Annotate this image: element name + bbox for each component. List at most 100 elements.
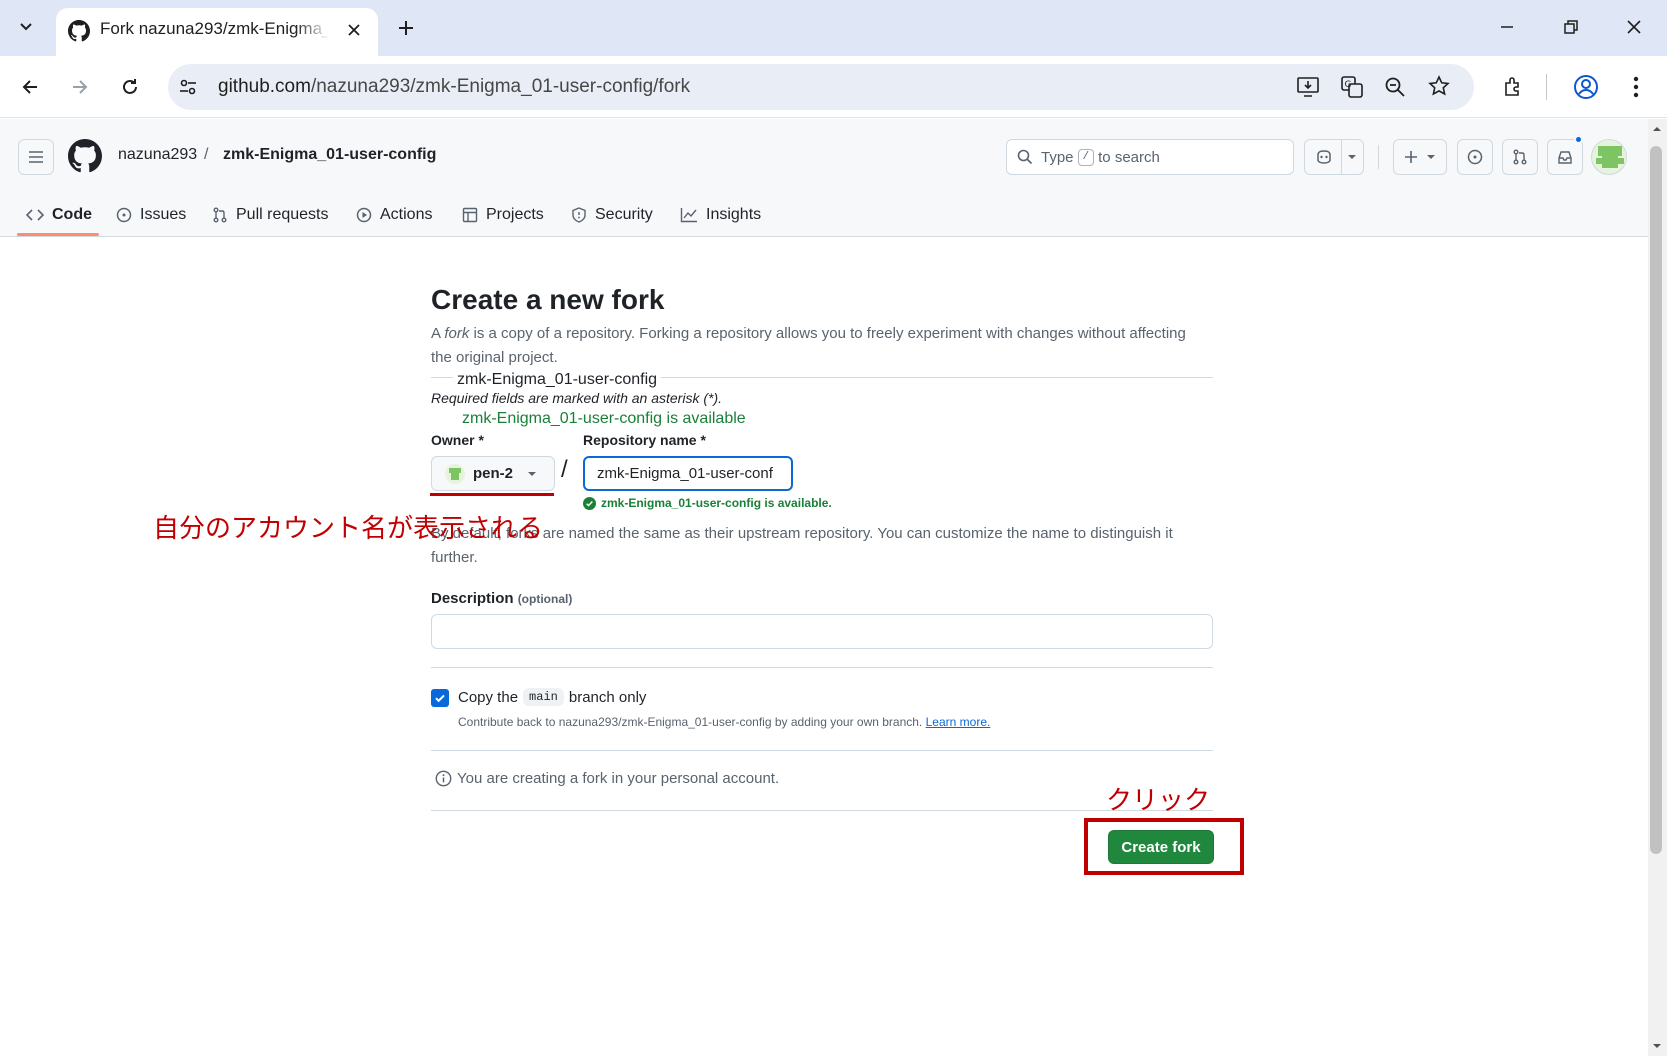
personal-account-note: You are creating a fork in your personal… xyxy=(435,770,779,787)
chevron-down-icon xyxy=(527,471,537,477)
intro-fork-emphasis: fork xyxy=(444,325,470,342)
tab-label: Insights xyxy=(706,206,762,223)
github-favicon-icon xyxy=(68,20,90,42)
shield-icon xyxy=(571,207,587,223)
header-divider xyxy=(1378,145,1379,169)
pull-request-icon xyxy=(212,207,228,223)
scrollbar-thumb[interactable] xyxy=(1650,146,1662,854)
extensions-icon[interactable] xyxy=(1499,73,1527,101)
checkmark-icon xyxy=(434,692,446,704)
breadcrumb-separator: / xyxy=(204,146,209,163)
tab-issues[interactable]: Issues xyxy=(116,193,186,237)
intro-text: A fork is a copy of a repository. Forkin… xyxy=(431,322,1191,370)
url-text: github.com/nazuna293/zmk-Enigma_01-user-… xyxy=(218,76,690,98)
hamburger-icon xyxy=(28,150,44,164)
graph-icon xyxy=(680,207,698,223)
scroll-up-icon[interactable] xyxy=(1652,125,1662,132)
tab-label: Security xyxy=(595,206,653,223)
browser-toolbar: github.com/nazuna293/zmk-Enigma_01-user-… xyxy=(0,56,1667,118)
availability-message: zmk-Enigma_01-user-config is available. xyxy=(583,496,832,510)
translate-icon[interactable]: G xyxy=(1340,75,1364,99)
forward-icon[interactable] xyxy=(66,73,94,101)
reload-icon[interactable] xyxy=(116,73,144,101)
active-tab-indicator xyxy=(17,233,99,236)
tab-search-chevron-icon[interactable] xyxy=(12,12,40,40)
name-hint: By default, forks are named the same as … xyxy=(431,525,1173,566)
bookmark-star-icon[interactable] xyxy=(1428,75,1450,97)
zoom-icon[interactable] xyxy=(1384,76,1406,98)
chevron-down-icon[interactable] xyxy=(1347,154,1357,160)
issue-icon xyxy=(1467,149,1483,165)
restore-icon[interactable] xyxy=(1557,13,1585,41)
scroll-down-icon[interactable] xyxy=(1652,1043,1662,1050)
divider xyxy=(431,810,1213,811)
tab-insights[interactable]: Insights xyxy=(680,193,761,237)
copy-prefix: Copy the xyxy=(458,688,519,706)
browser-menu-icon[interactable] xyxy=(1622,73,1650,101)
site-settings-icon[interactable] xyxy=(178,77,198,97)
url-path: /nazuna293/zmk-Enigma_01-user-config/for… xyxy=(310,76,691,97)
close-window-icon[interactable] xyxy=(1620,13,1648,41)
tab-label: Projects xyxy=(486,206,544,223)
breadcrumb-owner-link[interactable]: nazuna293 xyxy=(118,146,197,164)
search-icon xyxy=(1017,149,1033,165)
learn-more-link[interactable]: Learn more. xyxy=(926,715,991,729)
chevron-down-icon xyxy=(1426,154,1436,160)
tab-title: Fork nazuna293/zmk-Enigma_01-user-config xyxy=(100,19,330,38)
copilot-button[interactable] xyxy=(1304,139,1364,175)
svg-text:G: G xyxy=(1345,80,1352,90)
new-tab-icon[interactable] xyxy=(392,14,420,42)
browser-tab-strip: Fork nazuna293/zmk-Enigma_01-user-config xyxy=(0,0,1667,56)
owner-value: pen-2 xyxy=(473,465,514,482)
tab-label: Actions xyxy=(380,206,433,223)
address-bar[interactable]: github.com/nazuna293/zmk-Enigma_01-user-… xyxy=(168,64,1474,110)
repo-name-tooltip: zmk-Enigma_01-user-config xyxy=(453,371,662,389)
divider xyxy=(431,750,1213,751)
issue-icon xyxy=(116,207,132,223)
browser-tab[interactable]: Fork nazuna293/zmk-Enigma_01-user-config xyxy=(56,8,378,56)
tab-projects[interactable]: Projects xyxy=(462,193,544,237)
copilot-icon xyxy=(1315,149,1333,165)
github-logo-icon[interactable] xyxy=(68,139,102,173)
install-app-icon[interactable] xyxy=(1296,76,1320,98)
search-shortcut-key: / xyxy=(1077,149,1095,166)
copilot-divider xyxy=(1341,140,1342,174)
page-title: Create a new fork xyxy=(431,284,665,315)
inbox-button[interactable] xyxy=(1547,135,1583,175)
search-input[interactable]: Type / to search xyxy=(1006,139,1294,175)
info-icon xyxy=(435,770,452,787)
pull-requests-button[interactable] xyxy=(1502,139,1538,175)
tab-actions[interactable]: Actions xyxy=(356,193,432,237)
tab-pull-requests[interactable]: Pull requests xyxy=(212,193,329,237)
table-icon xyxy=(462,207,478,223)
url-host: github.com xyxy=(218,76,311,97)
github-header: nazuna293 / zmk-Enigma_01-user-config Ty… xyxy=(0,119,1648,237)
issues-button[interactable] xyxy=(1457,139,1493,175)
breadcrumb-repo-link[interactable]: zmk-Enigma_01-user-config xyxy=(223,146,436,164)
copy-main-branch-label[interactable]: Copy the main branch only xyxy=(458,688,646,706)
copy-branch-help-text: Contribute back to nazuna293/zmk-Enigma_… xyxy=(458,715,923,729)
minimize-icon[interactable] xyxy=(1493,13,1521,41)
code-icon xyxy=(26,207,44,223)
create-new-button[interactable] xyxy=(1393,139,1447,175)
copy-suffix: branch only xyxy=(568,688,647,706)
intro-part-a: A xyxy=(431,325,445,342)
divider xyxy=(431,667,1213,668)
notification-dot xyxy=(1574,135,1583,144)
copy-main-branch-checkbox[interactable] xyxy=(431,689,449,707)
owner-dropdown[interactable]: pen-2 xyxy=(431,456,555,491)
tab-label: Code xyxy=(52,206,92,223)
availability-text: zmk-Enigma_01-user-config is available. xyxy=(601,496,832,510)
tab-code[interactable]: Code xyxy=(26,193,92,237)
description-input[interactable] xyxy=(431,614,1213,649)
search-suffix: to search xyxy=(1098,149,1160,166)
description-label: Description (optional) xyxy=(431,590,572,607)
menu-button[interactable] xyxy=(18,139,54,175)
avatar[interactable] xyxy=(1591,139,1627,175)
tab-security[interactable]: Security xyxy=(571,193,653,237)
repository-name-input[interactable] xyxy=(583,456,793,491)
back-icon[interactable] xyxy=(16,73,44,101)
close-tab-icon[interactable] xyxy=(346,22,362,38)
tab-label: Issues xyxy=(140,206,187,223)
profile-icon[interactable] xyxy=(1572,73,1600,101)
